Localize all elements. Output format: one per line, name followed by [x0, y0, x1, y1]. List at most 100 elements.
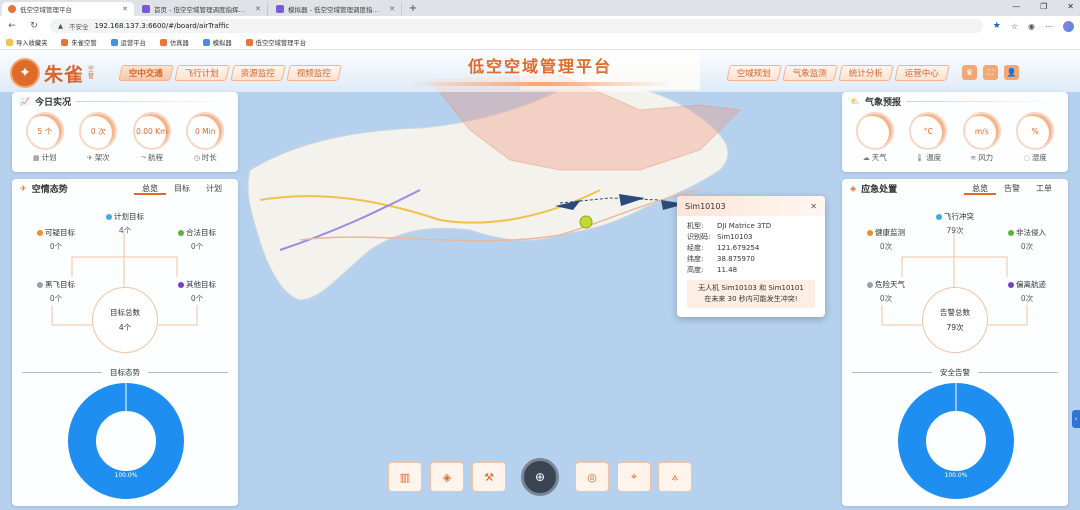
- node-plan-target[interactable]: 计划目标 4个: [100, 211, 150, 236]
- node-health-monitor[interactable]: 健康监测 0次: [856, 227, 916, 252]
- bookmarks-bar: 导入收藏夹 朱雀空管 运营平台 仿真器 模拟器 低空空域管理平台: [0, 36, 1080, 50]
- new-tab-plus-icon[interactable]: +: [406, 2, 420, 16]
- browser-tab-bar: 低空空域管理平台 ✕ 首页 - 低空空域管理调度指挥平台 ✕ 模拟器 - 低空空…: [0, 0, 1080, 16]
- back-arrow-icon[interactable]: ←: [6, 21, 18, 31]
- node-legal-target[interactable]: 合法目标 0个: [167, 227, 227, 252]
- today-panel: 📈 今日实况 5 个 ▦ 计划 0 次 ✈ 架次 0.00 Km ⤳ 航程 0 Min…: [12, 92, 238, 172]
- tab-favicon-icon: [276, 5, 284, 13]
- user-icon[interactable]: 👤: [1004, 65, 1019, 80]
- total-label: 告警总数: [940, 308, 970, 317]
- logo-sub: 空管: [88, 66, 95, 80]
- chart-line-icon: 📈: [20, 96, 30, 106]
- pin-plus-icon: ⌖: [630, 470, 638, 483]
- tab-overview[interactable]: 总览: [134, 182, 166, 195]
- nav-air-traffic[interactable]: 空中交通: [118, 65, 174, 81]
- weather-caption: 🌡 温度: [915, 152, 941, 163]
- node-label: 可疑目标: [45, 228, 75, 237]
- node-suspicious-target[interactable]: 可疑目标 0个: [26, 227, 86, 252]
- avatar[interactable]: [1063, 20, 1074, 32]
- weather-caption: ◌ 湿度: [1024, 152, 1047, 163]
- metric-label: 时长: [201, 153, 217, 162]
- head-divider: [905, 100, 1060, 102]
- star-icon[interactable]: ★: [993, 21, 1001, 31]
- hammer-tool-button[interactable]: ⚒: [472, 462, 506, 492]
- tab-close-icon[interactable]: ✕: [255, 5, 261, 13]
- nav-statistics[interactable]: 统计分析: [838, 65, 894, 81]
- bookmark-favicon-icon: [202, 39, 210, 46]
- maximize-icon[interactable]: ❐: [1040, 2, 1047, 11]
- locate-tool-button[interactable]: ◎: [575, 462, 609, 492]
- donut-svg: 100.0%: [68, 383, 184, 499]
- nav-label: 统计分析: [848, 69, 883, 79]
- add-marker-tool-button[interactable]: ⌖: [617, 462, 651, 492]
- node-other-target[interactable]: 其他目标 0个: [167, 279, 227, 304]
- node-black-target[interactable]: 黑飞目标 0个: [26, 279, 86, 304]
- nav-airspace-planning[interactable]: 空域规划: [726, 65, 782, 81]
- browser-tab-1[interactable]: 首页 - 低空空域管理调度指挥平台 ✕: [136, 2, 268, 16]
- nav-video-monitor[interactable]: 视频监控: [286, 65, 342, 81]
- row-value: Sim10103: [717, 233, 753, 241]
- nav-flight-plan[interactable]: 飞行计划: [174, 65, 230, 81]
- node-illegal-intrusion[interactable]: 非法侵入 0次: [997, 227, 1057, 252]
- profile-icon[interactable]: ◉: [1028, 22, 1035, 31]
- node-flight-conflict[interactable]: 飞行冲突 79次: [930, 211, 980, 236]
- warning-triangle-icon: ▲: [58, 22, 63, 30]
- tab-close-icon[interactable]: ✕: [389, 5, 395, 13]
- nav-resource-monitor[interactable]: 资源监控: [230, 65, 286, 81]
- weather-ring: °C: [909, 112, 948, 150]
- today-metrics: 5 个 ▦ 计划 0 次 ✈ 架次 0.00 Km ⤳ 航程 0 Min ◷ 时长: [12, 110, 238, 163]
- close-window-icon[interactable]: ✕: [1067, 2, 1074, 11]
- metric-duration: 0 Min ◷ 时长: [186, 112, 225, 163]
- alarm-icon: ◈: [850, 183, 857, 193]
- browser-tab-2[interactable]: 模拟器 - 低空空域管理调度指挥平 ✕: [270, 2, 402, 16]
- crown-icon[interactable]: ♛: [962, 65, 977, 80]
- bookmark-item[interactable]: 朱雀空管: [61, 38, 97, 47]
- tab-alerts[interactable]: 告警: [996, 182, 1028, 195]
- tab-plans[interactable]: 计划: [198, 182, 230, 195]
- browser-right-icons: ★ ☆ ◉ ⋯: [993, 20, 1074, 32]
- target-marker-icon[interactable]: [579, 215, 593, 229]
- nav-label: 资源监控: [240, 69, 275, 79]
- bookmark-item[interactable]: 导入收藏夹: [6, 38, 47, 47]
- weather-title: 气象预报: [864, 97, 901, 108]
- browser-tab-0[interactable]: 低空空域管理平台 ✕: [2, 2, 134, 16]
- weather-label: 天气: [871, 153, 887, 162]
- node-track-deviation[interactable]: 偏离航迹 0次: [997, 279, 1057, 304]
- bookmark-label: 导入收藏夹: [16, 40, 48, 47]
- drone-arrow-icon[interactable]: [555, 200, 581, 210]
- fullscreen-icon[interactable]: ⛶: [983, 65, 998, 80]
- nav-weather-monitor[interactable]: 气象监测: [782, 65, 838, 81]
- bookmark-item[interactable]: 模拟器: [202, 38, 232, 47]
- security-label: 不安全: [69, 23, 89, 31]
- side-panel-toggle[interactable]: ‹: [1072, 410, 1080, 428]
- metric-caption: ✈ 架次: [87, 152, 110, 163]
- bookmark-item[interactable]: 低空空域管理平台: [245, 38, 306, 47]
- node-value: 0个: [190, 294, 204, 303]
- tab-work-orders[interactable]: 工单: [1028, 182, 1060, 195]
- node-value: 79次: [946, 226, 964, 235]
- layers-tool-button[interactable]: ◈: [430, 462, 464, 492]
- close-icon[interactable]: ✕: [810, 202, 817, 211]
- reload-icon[interactable]: ↻: [28, 21, 40, 31]
- bookmark-item[interactable]: 运营平台: [110, 38, 146, 47]
- url-field[interactable]: ▲ 不安全 192.168.137.3:6600/#/board/airTraf…: [50, 19, 983, 33]
- node-label: 其他目标: [186, 280, 216, 289]
- tab-overview[interactable]: 总览: [964, 182, 996, 195]
- measure-tool-button[interactable]: ⟑: [658, 462, 692, 492]
- compass-button[interactable]: ⊕: [521, 458, 559, 496]
- metric-ring: 5 个: [25, 112, 64, 150]
- conflict-alert: 无人机 Sim10103 和 Sim10101 在未来 30 秒内可能发生冲突!: [687, 280, 815, 308]
- compass-draw-icon: ⟑: [671, 470, 679, 483]
- bookmark-item[interactable]: 仿真器: [159, 38, 189, 47]
- tab-close-icon[interactable]: ✕: [122, 5, 128, 13]
- drone-arrow-icon[interactable]: [619, 194, 645, 206]
- favorites-icon[interactable]: ☆: [1011, 22, 1018, 31]
- nav-operations-center[interactable]: 运营中心: [894, 65, 950, 81]
- node-dot: [178, 230, 184, 236]
- more-icon[interactable]: ⋯: [1045, 22, 1053, 31]
- minimize-icon[interactable]: —: [1012, 2, 1020, 11]
- tab-targets[interactable]: 目标: [166, 182, 198, 195]
- node-label: 偏离航迹: [1016, 280, 1046, 289]
- map-tool-button[interactable]: ▥: [388, 462, 422, 492]
- node-dangerous-weather[interactable]: 危险天气 0次: [856, 279, 916, 304]
